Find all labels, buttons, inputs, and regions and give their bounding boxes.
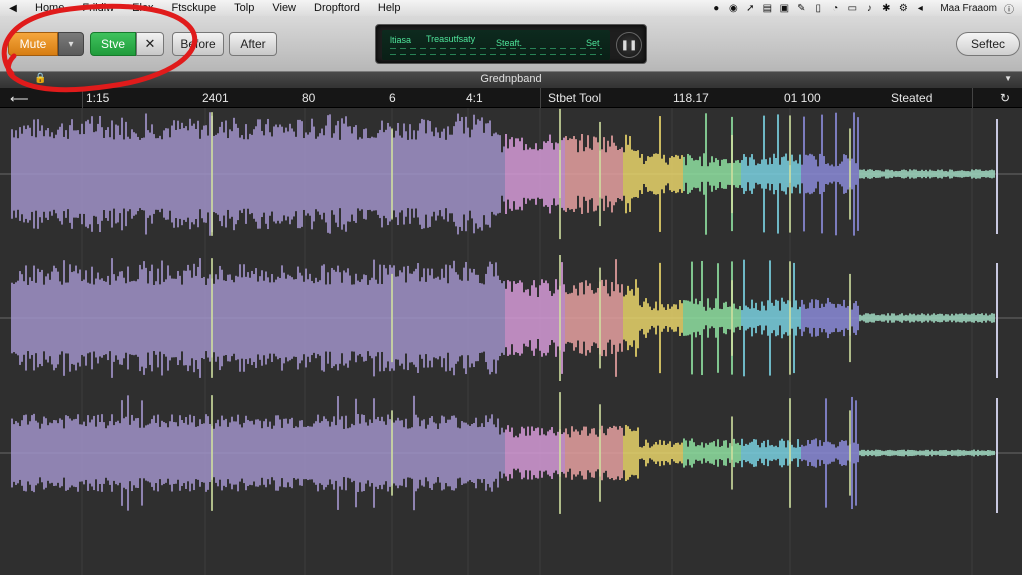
pointer-icon[interactable]: ➚	[745, 3, 755, 14]
waveform-canvas[interactable]	[0, 108, 1022, 575]
select-button[interactable]: Seftec	[956, 32, 1020, 56]
ruler-label: 01 100	[784, 91, 821, 105]
audio-track[interactable]	[0, 392, 1022, 514]
ruler-label: Steated	[891, 91, 933, 105]
user-name[interactable]: Maa Fraaom	[940, 3, 997, 14]
menu-elex[interactable]: Elex	[123, 2, 162, 14]
ruler-label: 80	[302, 91, 316, 105]
project-title-bar: 🔒 Grednpband ▼	[0, 72, 1022, 88]
collapse-icon[interactable]: ▼	[1004, 74, 1012, 83]
chevron-down-icon: ▾	[68, 38, 74, 50]
audio-editor-window: ◀ Home Frildiw Elex Ftsckupe Tolp View D…	[0, 0, 1022, 575]
menu-view[interactable]: View	[263, 2, 305, 14]
tracks-area[interactable]	[0, 108, 1022, 575]
menu-tolp[interactable]: Tolp	[225, 2, 263, 14]
toolbar: Mute ▾ Stve ✕ Before After ltiasa Treasu…	[0, 16, 1022, 72]
timeline-ruler[interactable]: ⟵ 1:15 2401 80 6 4:1 Stbet Tool 118.17 0…	[0, 88, 1022, 108]
menu-dropftord[interactable]: Dropftord	[305, 2, 369, 14]
menu-frildiw[interactable]: Frildiw	[73, 2, 123, 14]
lcd-line-1: ltiasa	[390, 35, 412, 45]
save-button[interactable]: Stve	[90, 32, 136, 56]
ruler-separator	[972, 88, 973, 108]
display-icon[interactable]: ▭	[847, 3, 857, 14]
before-button[interactable]: Before	[172, 32, 224, 56]
back-arrow-icon[interactable]: ◀	[0, 3, 26, 14]
tool-icon[interactable]: ✎	[796, 3, 806, 14]
lcd-divider	[390, 48, 602, 49]
close-button[interactable]: ✕	[136, 32, 164, 56]
wifi-icon[interactable]: ◔	[830, 3, 840, 14]
volume-icon[interactable]: ◂	[915, 3, 925, 14]
ruler-label: 118.17	[673, 91, 709, 105]
pause-button[interactable]: ❚❚	[616, 32, 642, 58]
menu-home[interactable]: Home	[26, 2, 73, 14]
project-title: Grednpband	[480, 73, 542, 85]
lcd-display: ltiasa Treasutfsaty Steaft. Set ❚❚	[375, 24, 647, 64]
audio-track[interactable]	[0, 108, 1022, 240]
bell-icon[interactable]: ♪	[864, 3, 874, 14]
lcd-line-4: Set	[586, 38, 600, 48]
ruler-label: 2401	[202, 91, 229, 105]
lcd-divider	[390, 54, 602, 55]
lcd-screen: ltiasa Treasutfsaty Steaft. Set	[382, 30, 610, 60]
window-icon[interactable]: ▣	[779, 3, 789, 14]
ruler-label: Stbet Tool	[548, 91, 602, 105]
ruler-label: 4:1	[466, 91, 483, 105]
lcd-line-3: Steaft.	[496, 38, 523, 48]
close-icon: ✕	[144, 36, 156, 51]
ruler-start-label: 1:15	[86, 91, 110, 105]
record-icon[interactable]: ◉	[728, 3, 738, 14]
status-circle-icon[interactable]: ●	[711, 3, 721, 14]
menu-ftsckupe[interactable]: Ftsckupe	[163, 2, 226, 14]
sync-icon[interactable]: ✱	[881, 3, 891, 14]
audio-track[interactable]	[0, 255, 1022, 381]
menu-extras: ● ◉ ➚ ▤ ▣ ✎ ▯ ◔ ▭ ♪ ✱ ⚙ ◂ Maa Fraaom ⓘ	[711, 1, 1022, 16]
keyboard-icon[interactable]: ▤	[762, 3, 772, 14]
menu-bar: ◀ Home Frildiw Elex Ftsckupe Tolp View D…	[0, 0, 1022, 16]
ruler-separator	[82, 88, 83, 108]
settings-icon[interactable]: ⚙	[898, 3, 908, 14]
after-button[interactable]: After	[229, 32, 277, 56]
info-icon[interactable]: ⓘ	[1004, 1, 1014, 16]
pause-icon: ❚❚	[620, 39, 638, 51]
scroll-left-icon[interactable]: ⟵	[10, 91, 29, 107]
menu-help[interactable]: Help	[369, 2, 410, 14]
mute-button[interactable]: Mute	[8, 32, 58, 56]
battery-icon[interactable]: ▯	[813, 3, 823, 14]
ruler-label: 6	[389, 91, 396, 105]
mute-dropdown-button[interactable]: ▾	[58, 32, 84, 56]
lcd-line-2: Treasutfsaty	[426, 34, 476, 44]
ruler-separator	[540, 88, 541, 108]
refresh-icon[interactable]: ↻	[1000, 91, 1010, 105]
